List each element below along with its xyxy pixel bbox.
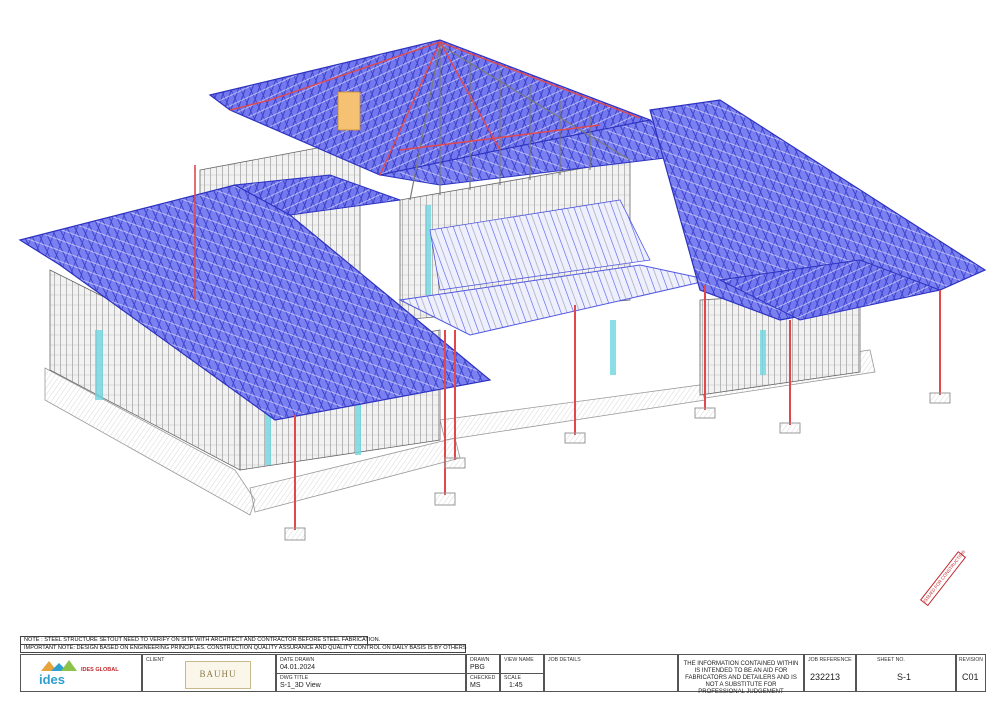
job-ref-value: 232213 — [810, 672, 841, 682]
client-label: CLIENT — [146, 657, 165, 663]
date-drawn: 04.01.2024 — [280, 664, 316, 671]
client-logo-box: BAUHU — [185, 661, 251, 689]
drawing-sheet: NOTE : STEEL STRUCTURE SETOUT NEED TO VE… — [0, 0, 1000, 707]
scale-label: SCALE — [504, 675, 522, 681]
sheet-no-label: SHEET NO. — [877, 657, 905, 663]
checked-label: CHECKED — [470, 675, 496, 681]
view-scale-cell: VIEW NAME SCALE 1:45 — [500, 654, 544, 692]
drawn-checked-cell: DRAWN PBG CHECKED MS — [466, 654, 500, 692]
structure-3d-view — [18, 39, 987, 541]
revision-cell: REVISION C01 — [956, 654, 986, 692]
disclaimer-text: THE INFORMATION CONTAINED WITHIN IS INTE… — [683, 661, 799, 695]
date-title-cell: DATE DRAWN 04.01.2024 DWG TITLE S-1_3D V… — [276, 654, 466, 692]
sheet-no-value: S-1 — [897, 672, 912, 682]
date-drawn-label: DATE DRAWN — [280, 657, 315, 663]
dwg-title-label: DWG TITLE — [280, 675, 309, 681]
sheet-no-cell: SHEET NO. S-1 — [856, 654, 956, 692]
scale-value: 1:45 — [509, 682, 523, 689]
checked-value: MS — [470, 682, 481, 689]
company-logo-cell: ides IDES GLOBAL — [20, 654, 142, 692]
job-details-cell: JOB DETAILS — [544, 654, 678, 692]
job-ref-label: JOB REFERENCE — [808, 657, 852, 663]
company-logo-icon — [41, 660, 77, 671]
job-reference-cell: JOB REFERENCE 232213 — [804, 654, 856, 692]
disclaimer-cell: THE INFORMATION CONTAINED WITHIN IS INTE… — [678, 654, 804, 695]
drawn-label: DRAWN — [470, 657, 490, 663]
view-name-label: VIEW NAME — [504, 657, 534, 663]
job-details-label: JOB DETAILS — [548, 657, 581, 663]
revision-label: REVISION — [959, 657, 983, 663]
revision-value: C01 — [962, 672, 979, 682]
company-name: IDES GLOBAL — [81, 667, 119, 673]
setout-note: NOTE : STEEL STRUCTURE SETOUT NEED TO VE… — [20, 636, 380, 644]
client-logo-text: BAUHU — [199, 669, 237, 679]
company-logo-text: ides — [39, 672, 66, 687]
drawn-value: PBG — [470, 664, 485, 671]
dwg-title: S-1_3D View — [280, 682, 321, 689]
service-box — [337, 91, 361, 131]
important-note: IMPORTANT NOTE: DESIGN BASED ON ENGINEER… — [20, 644, 467, 653]
client-cell: CLIENT BAUHU — [142, 654, 276, 692]
